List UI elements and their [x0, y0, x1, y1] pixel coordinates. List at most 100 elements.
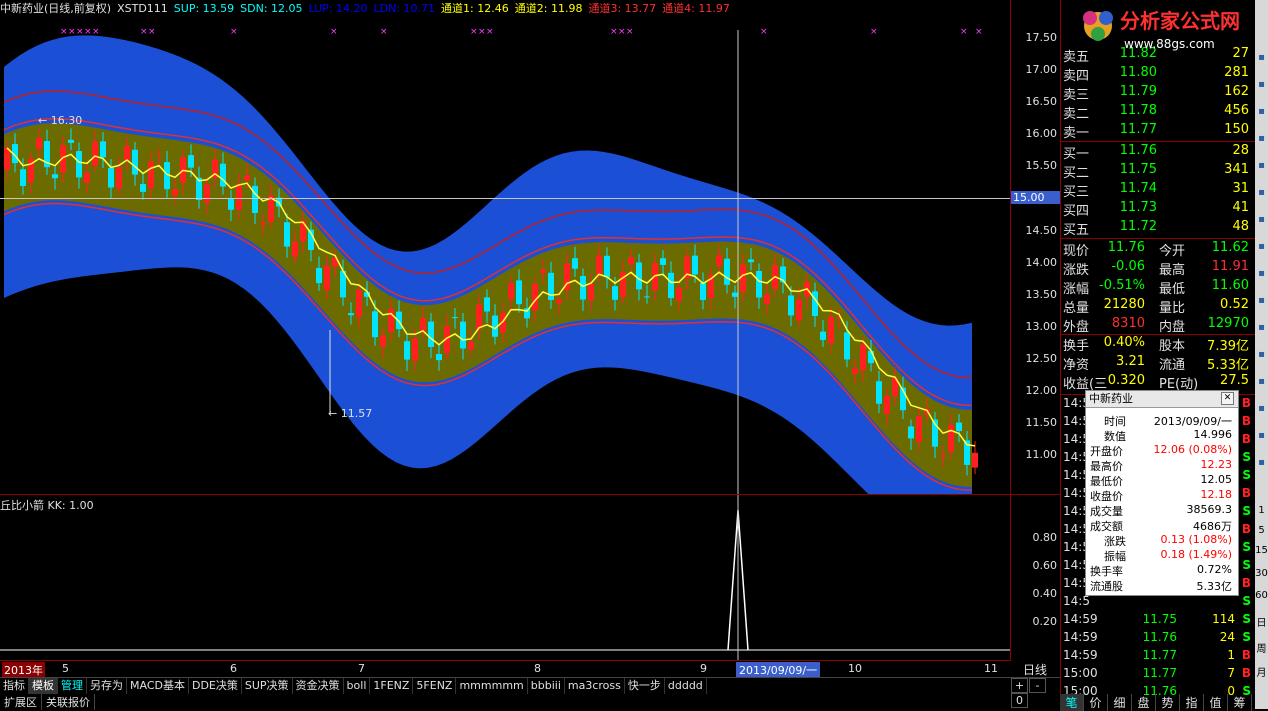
- data-tooltip-window[interactable]: 中新药业 ✕ 时间 2013/09/09/一 数值 14.996 开盘价 12.06 (0.…: [1085, 390, 1239, 596]
- buy-volume: 41: [1232, 200, 1249, 215]
- tab-15[interactable]: ddddd: [665, 678, 707, 694]
- toolbar-icon[interactable]: ▪: [1255, 241, 1268, 252]
- candle-down: [460, 321, 466, 349]
- buy-label: 买四: [1063, 204, 1090, 219]
- side-tab-0[interactable]: 笔: [1060, 694, 1084, 711]
- month-label: 5: [62, 662, 69, 675]
- toolbar-icon[interactable]: ▪: [1255, 430, 1268, 441]
- tooltip-row: 流通股 5.33亿: [1090, 578, 1234, 593]
- quote-label-2: 量比: [1159, 301, 1186, 316]
- toolbar-icon[interactable]: ▪: [1255, 349, 1268, 360]
- header-value-7: 通道2: 11.98: [514, 2, 583, 15]
- toolbar-period-6[interactable]: 周: [1255, 640, 1268, 655]
- toolbar-period-3[interactable]: 30: [1255, 568, 1268, 579]
- side-tab-7[interactable]: 筹: [1228, 694, 1252, 711]
- sell-label: 卖一: [1063, 126, 1090, 141]
- side-tab-4[interactable]: 势: [1156, 694, 1180, 711]
- logo-url: www.88gs.com: [1124, 37, 1215, 51]
- toolbar-icon[interactable]: ▪: [1255, 403, 1268, 414]
- trade-row: 14:59 11.77 1 B: [1063, 648, 1253, 666]
- toolbar-icon[interactable]: ▪: [1255, 133, 1268, 144]
- close-icon[interactable]: ✕: [1221, 392, 1234, 405]
- toolbar-icon[interactable]: ▪: [1255, 457, 1268, 468]
- header-value-2: SUP: 13.59: [173, 2, 235, 15]
- toolbar-period-1[interactable]: 5: [1255, 525, 1268, 536]
- toolbar-icon[interactable]: ▪: [1255, 268, 1268, 279]
- side-tab-5[interactable]: 指: [1180, 694, 1204, 711]
- trade-time: 14:59: [1063, 612, 1098, 626]
- tooltip-row: 数值 14.996: [1090, 428, 1234, 443]
- candle-down: [748, 259, 754, 263]
- candle-up: [948, 424, 954, 452]
- toolbar-icon[interactable]: ▪: [1255, 187, 1268, 198]
- price-tick: 16.50: [1025, 95, 1058, 109]
- indicator-canvas[interactable]: [0, 495, 1010, 661]
- bottom-tab-1[interactable]: 关联报价: [42, 694, 95, 710]
- toolbar-period-0[interactable]: 1: [1255, 505, 1268, 516]
- tooltip-label: 成交量: [1090, 505, 1123, 518]
- side-tab-2[interactable]: 细: [1108, 694, 1132, 711]
- price-tick: 12.00: [1025, 384, 1058, 398]
- toolbar-period-4[interactable]: 60: [1255, 590, 1268, 601]
- trade-time: 15:00: [1063, 666, 1098, 680]
- quote-label-2: 股本: [1159, 339, 1186, 354]
- tab-2[interactable]: 管理: [58, 678, 87, 694]
- toolbar-period-2[interactable]: 15: [1255, 545, 1268, 556]
- candle-up: [244, 175, 250, 181]
- tab-3[interactable]: 另存为: [87, 678, 127, 694]
- zoom-in-button[interactable]: +: [1011, 678, 1028, 693]
- toolbar-period-5[interactable]: 日: [1255, 614, 1268, 629]
- price-tick: 11.00: [1025, 448, 1058, 462]
- toolbar-period-7[interactable]: 月: [1255, 664, 1268, 679]
- toolbar-icon[interactable]: ▪: [1255, 214, 1268, 225]
- tooltip-row: 收盘价 12.18: [1090, 488, 1234, 503]
- toolbar-icon[interactable]: ▪: [1255, 376, 1268, 387]
- tooltip-value: 12.06 (0.08%): [1153, 443, 1232, 456]
- toolbar-icon[interactable]: ▪: [1255, 295, 1268, 306]
- toolbar-icon[interactable]: ▪: [1255, 52, 1268, 63]
- side-tab-6[interactable]: 值: [1204, 694, 1228, 711]
- tab-0[interactable]: 指标: [0, 678, 29, 694]
- kline-canvas[interactable]: × × × × × × × × × × × × × × × × × × × ×← 16.30← 11.57: [0, 0, 1010, 540]
- period-label[interactable]: 日线: [1012, 661, 1058, 677]
- tab-5[interactable]: DDE决策: [189, 678, 242, 694]
- candle-down: [428, 321, 434, 348]
- tooltip-label: 成交额: [1090, 520, 1123, 533]
- signal-marker: ×: [760, 27, 768, 37]
- zoom-out-button[interactable]: -: [1029, 678, 1046, 693]
- quote-value: 0.320: [1107, 373, 1145, 388]
- tab-11[interactable]: mmmmmm: [456, 678, 528, 694]
- tab-7[interactable]: 资金决策: [293, 678, 344, 694]
- tooltip-row: 成交额 4686万: [1090, 518, 1234, 533]
- price-chart[interactable]: × × × × × × × × × × × × × × × × × × × × ← 16.30 ← 11.57: [0, 0, 1010, 540]
- tooltip-label: 最高价: [1090, 460, 1123, 473]
- buy-price: 11.72: [1119, 219, 1157, 234]
- tab-6[interactable]: SUP决策: [242, 678, 293, 694]
- toolbar-icon[interactable]: ▪: [1255, 106, 1268, 117]
- candle-up: [716, 255, 722, 267]
- tab-1[interactable]: 模板: [29, 678, 58, 694]
- side-tab-3[interactable]: 盘: [1132, 694, 1156, 711]
- side-tab-1[interactable]: 价: [1084, 694, 1108, 711]
- tab-9[interactable]: 1FENZ: [370, 678, 414, 694]
- tab-12[interactable]: bbbiii: [528, 678, 565, 694]
- bottom-tab-0[interactable]: 扩展区: [0, 694, 42, 710]
- candle-down: [812, 291, 818, 317]
- quote-value: 3.21: [1116, 354, 1145, 369]
- candle-down: [572, 258, 578, 269]
- low-annotation: ← 11.57: [328, 407, 372, 420]
- tab-14[interactable]: 快一步: [625, 678, 665, 694]
- indicator-panel[interactable]: [0, 494, 1010, 661]
- tab-13[interactable]: ma3cross: [565, 678, 625, 694]
- toolbar-icon[interactable]: ▪: [1255, 160, 1268, 171]
- toolbar-icon[interactable]: ▪: [1255, 79, 1268, 90]
- toolbar-icon[interactable]: ▪: [1255, 322, 1268, 333]
- candle-up: [508, 283, 514, 300]
- signal-marker: ×: [92, 27, 100, 37]
- tab-4[interactable]: MACD基本: [127, 678, 189, 694]
- month-label: 6: [230, 662, 237, 675]
- quote-value: -0.06: [1111, 259, 1145, 274]
- trade-row: 15:00 11.77 7 B: [1063, 666, 1253, 684]
- tab-10[interactable]: 5FENZ: [413, 678, 457, 694]
- tab-8[interactable]: boll: [344, 678, 371, 694]
